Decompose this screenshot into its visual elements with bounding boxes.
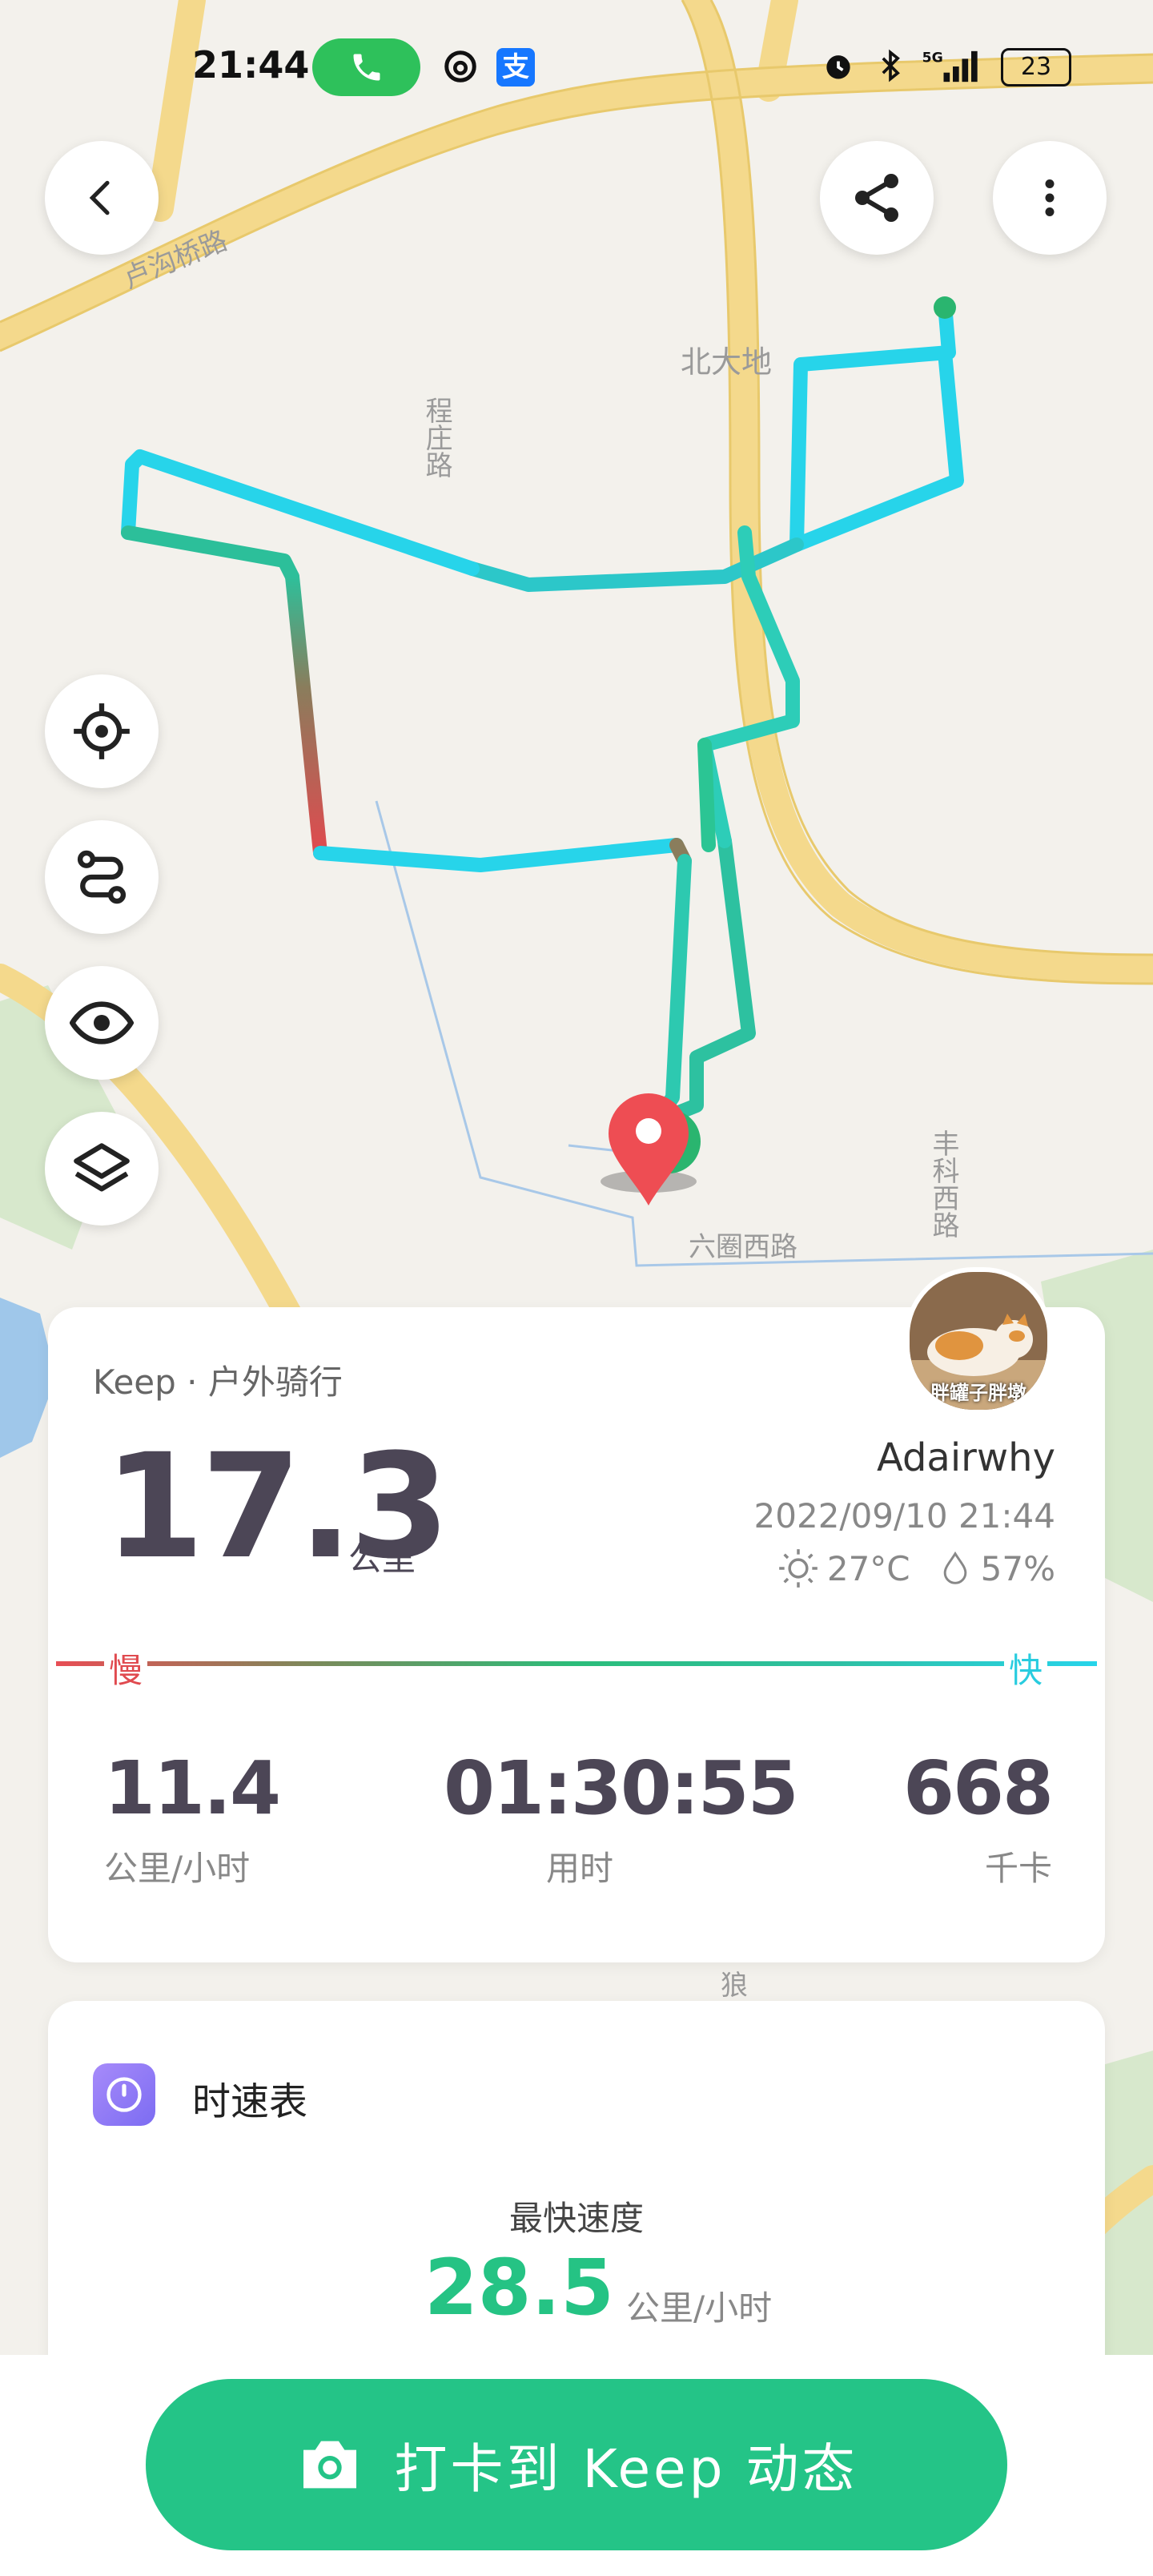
map-label-road: 六圈西路	[689, 1231, 797, 1263]
stat-label: 用时	[545, 1849, 613, 1888]
layers-icon	[74, 1143, 130, 1192]
stat-speed: 11.4 公里/小时	[104, 1745, 281, 1890]
speed-legend-fast: 快	[1003, 1644, 1047, 1693]
stat-label: 公里/小时	[104, 1849, 251, 1888]
weather-info: 27°C 57%	[777, 1548, 1055, 1589]
camera-icon	[303, 2441, 357, 2489]
speedometer-icon-badge	[93, 2063, 155, 2126]
distance-unit: 公里	[348, 1539, 416, 1578]
max-speed-unit: 公里/小时	[626, 2288, 773, 2328]
visibility-button[interactable]	[45, 966, 159, 1080]
phone-icon	[353, 54, 380, 81]
battery-icon: 23	[1001, 48, 1071, 87]
signal-5g-icon: 5G	[922, 50, 978, 83]
gauge-icon	[106, 2077, 142, 2112]
back-button[interactable]	[45, 141, 159, 255]
map-label-road: 程庄路	[420, 396, 452, 478]
chevron-left-icon	[89, 180, 110, 215]
netease-music-icon	[444, 50, 476, 83]
activity-datetime: 2022/09/10 21:44	[753, 1496, 1055, 1536]
avatar-caption: 胖罐子胖墩	[930, 1382, 1026, 1404]
stat-duration: 01:30:55 用时	[444, 1745, 799, 1890]
status-bar: 21:44 支 5G 23	[0, 32, 1153, 104]
speed-legend-slow: 慢	[104, 1644, 148, 1693]
avatar[interactable]: 胖罐子胖墩	[905, 1267, 1052, 1415]
battery-level: 23	[1020, 53, 1052, 81]
more-button[interactable]	[993, 141, 1107, 255]
stat-value: 668	[902, 1745, 1054, 1831]
bluetooth-icon	[882, 49, 900, 83]
locate-button[interactable]	[45, 674, 159, 788]
route-icon	[77, 850, 127, 904]
share-icon	[855, 174, 898, 222]
map-label-road: 丰科西路	[927, 1129, 959, 1238]
temperature: 27°C	[826, 1548, 910, 1588]
activity-type-label: Keep · 户外骑行	[93, 1362, 343, 1402]
map-label-fragment: 狼	[721, 1970, 748, 2002]
stat-calories: 668 千卡	[902, 1745, 1054, 1890]
humidity: 57%	[980, 1548, 1055, 1588]
status-time: 21:44	[192, 43, 310, 87]
username[interactable]: Adairwhy	[877, 1435, 1055, 1480]
more-vertical-icon	[1045, 179, 1055, 216]
eye-icon	[70, 1001, 134, 1044]
svg-text:5G: 5G	[922, 50, 943, 66]
stat-value: 11.4	[104, 1745, 281, 1831]
max-speed-value: 28.5	[424, 2243, 614, 2332]
alipay-icon: 支	[496, 48, 535, 87]
share-button[interactable]	[820, 141, 934, 255]
stat-value: 01:30:55	[444, 1745, 799, 1831]
ongoing-call-pill[interactable]	[312, 38, 420, 96]
route-button[interactable]	[45, 820, 159, 934]
map-label-place: 北大地	[681, 344, 772, 380]
bottom-action-bar: 打卡到 Keep 动态	[0, 2355, 1153, 2576]
alarm-icon	[826, 55, 850, 79]
layers-button[interactable]	[45, 1112, 159, 1226]
humidity-icon	[943, 1551, 966, 1584]
checkin-button[interactable]: 打卡到 Keep 动态	[146, 2379, 1007, 2550]
stat-label: 千卡	[984, 1849, 1052, 1888]
checkin-button-label: 打卡到 Keep 动态	[394, 2438, 858, 2500]
locate-icon	[74, 703, 130, 759]
speed-legend-bar	[56, 1661, 1097, 1666]
sun-icon	[779, 1549, 818, 1588]
max-speed-label: 最快速度	[508, 2199, 644, 2238]
speedometer-title: 时速表	[192, 2079, 308, 2124]
